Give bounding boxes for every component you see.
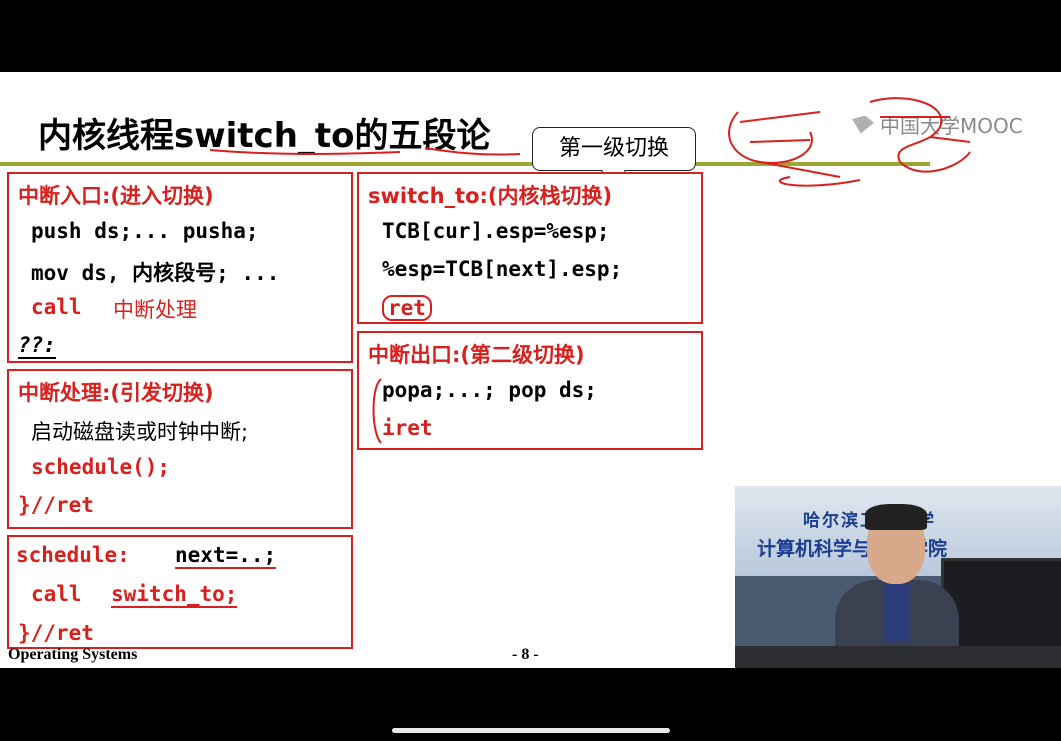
code-line: push ds;... pusha; bbox=[31, 219, 259, 243]
home-indicator[interactable] bbox=[392, 728, 670, 733]
code-line: %esp=TCB[next].esp; bbox=[382, 257, 623, 281]
box-interrupt-entry: 中断入口:(进入切换) push ds;... pusha; mov ds, 内… bbox=[7, 172, 353, 363]
footer-page-number: - 8 - bbox=[512, 646, 539, 663]
code-keyword-call: call bbox=[31, 582, 82, 606]
box-header: 中断入口:(进入切换) bbox=[18, 184, 214, 208]
slide: 内核线程switch_to的五段论 中国大学MOOC 第一级切换 中断入口:(进… bbox=[0, 72, 1061, 668]
code-keyword-call: call bbox=[31, 295, 82, 319]
title-annotation bbox=[209, 147, 521, 156]
code-line: TCB[cur].esp=%esp; bbox=[382, 219, 610, 243]
bracket-annotation bbox=[372, 378, 382, 444]
box-schedule: schedule: next=..; call switch_to; }//re… bbox=[7, 535, 353, 649]
box-header: switch_to:(内核栈切换) bbox=[368, 184, 613, 208]
code-line: iret bbox=[382, 416, 433, 440]
code-line: }//ret bbox=[18, 493, 94, 517]
code-line: 启动磁盘读或时钟中断; bbox=[31, 420, 249, 444]
footer-course-name: Operating Systems bbox=[8, 646, 138, 663]
code-line: schedule(); bbox=[31, 455, 171, 479]
code-line: popa;...; pop ds; bbox=[382, 378, 597, 402]
code-line: switch_to; bbox=[111, 582, 238, 608]
box-header: schedule: bbox=[16, 543, 130, 567]
code-label: ??: bbox=[18, 333, 56, 359]
instructor-video[interactable]: 哈尔滨工业大学 计算机科学与技术学院 bbox=[735, 486, 1061, 668]
box-header: 中断处理:(引发切换) bbox=[18, 381, 214, 405]
box-header: 中断出口:(第二级切换) bbox=[368, 343, 585, 367]
video-desk bbox=[735, 646, 1061, 668]
box-switch-to: switch_to:(内核栈切换) TCB[cur].esp=%esp; %es… bbox=[357, 172, 703, 324]
code-line: mov ds, 内核段号; ... bbox=[31, 261, 280, 285]
code-line: 中断处理 bbox=[113, 298, 197, 322]
handwriting-annotation bbox=[728, 97, 971, 187]
code-line: }//ret bbox=[18, 621, 94, 645]
box-interrupt-handler: 中断处理:(引发切换) 启动磁盘读或时钟中断; schedule(); }//r… bbox=[7, 369, 353, 529]
code-line: next=..; bbox=[175, 543, 277, 569]
callout-first-level-switch: 第一级切换 bbox=[532, 127, 696, 171]
box-interrupt-exit: 中断出口:(第二级切换) popa;...; pop ds; iret bbox=[357, 331, 703, 450]
code-line: ret bbox=[382, 295, 432, 321]
video-instructor bbox=[835, 504, 959, 668]
